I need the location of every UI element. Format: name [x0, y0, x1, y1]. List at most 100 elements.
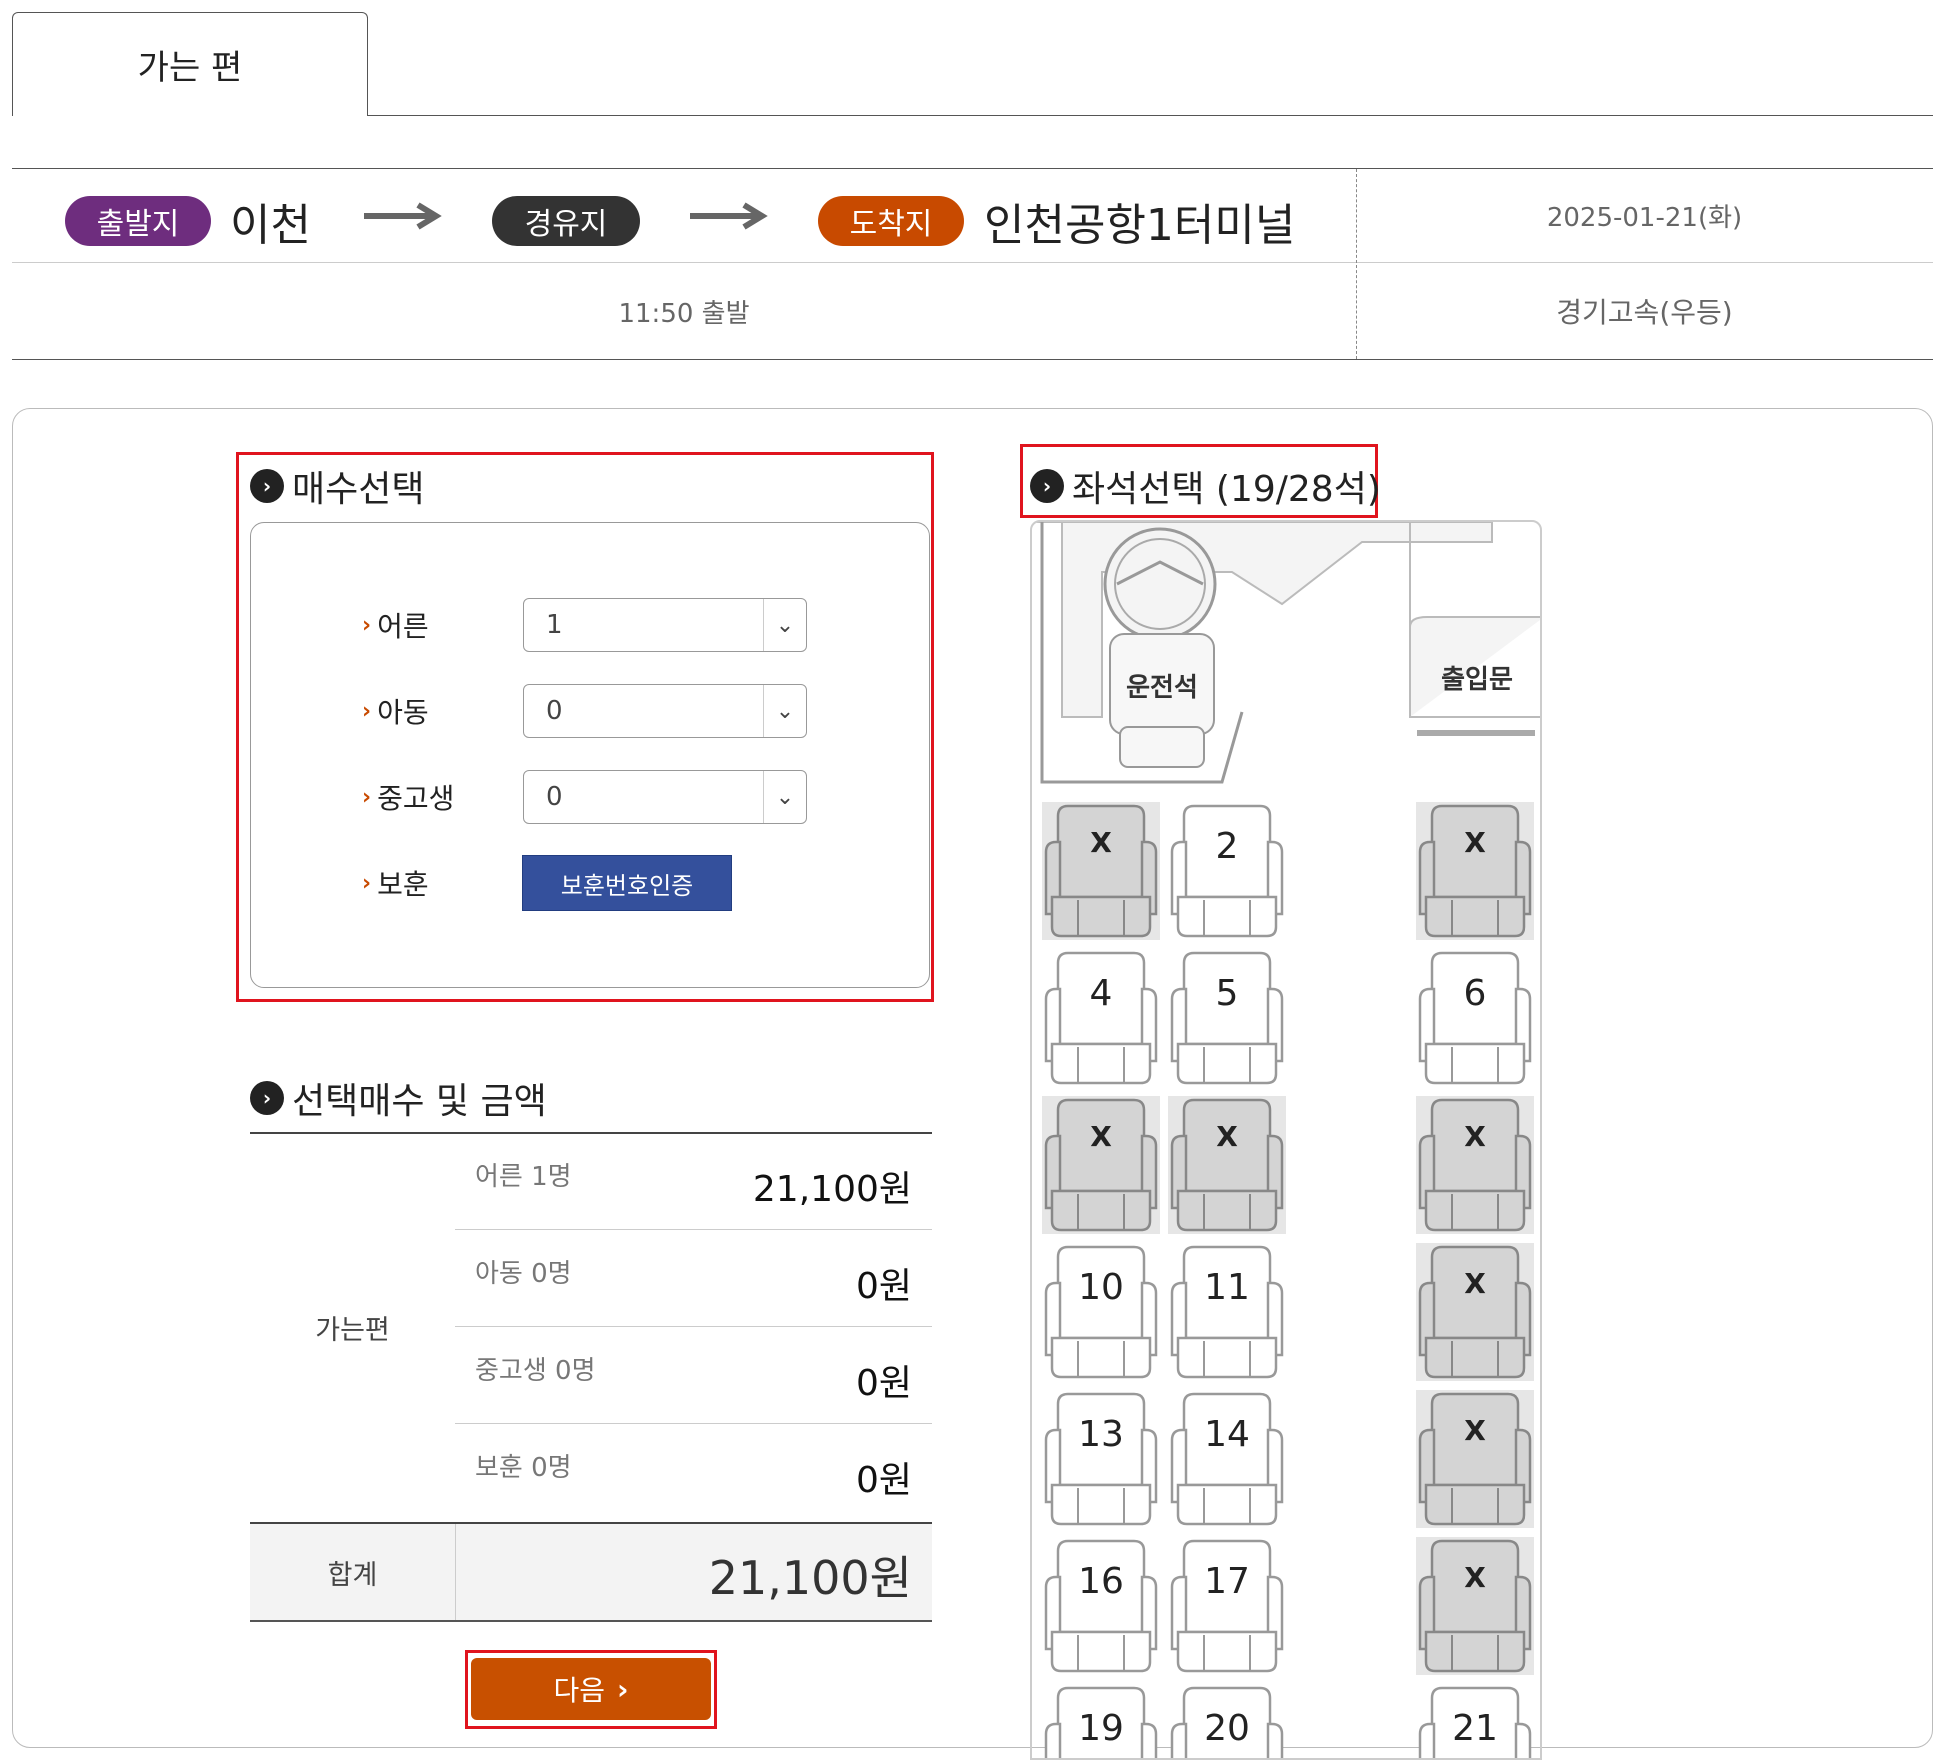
seat-available[interactable]: 16	[1042, 1537, 1160, 1675]
summary-group-label: 가는편	[315, 1314, 390, 1346]
summary-row-amount: 0원	[855, 1266, 912, 1307]
ticket-select-box	[250, 522, 930, 988]
child-count-select[interactable]: 0 ⌄	[523, 684, 807, 738]
seat-number: 11	[1204, 1267, 1250, 1308]
seat-unavailable: X	[1042, 802, 1160, 940]
seat-icon	[1170, 804, 1284, 938]
summary-row-label: 아동 0명	[475, 1259, 572, 1289]
next-button-label: 다음	[553, 1674, 605, 1707]
seat-number: X	[1464, 1120, 1486, 1153]
seat-number: 2	[1215, 826, 1239, 867]
seat-available[interactable]: 21	[1416, 1684, 1534, 1758]
seat-select-title: › 좌석선택 (19/28석)	[1030, 460, 1381, 512]
seat-number: X	[1090, 1120, 1112, 1153]
seat-available[interactable]: 19	[1042, 1684, 1160, 1758]
seat-icon	[1044, 1392, 1158, 1526]
seat-icon	[1170, 1392, 1284, 1526]
student-label: › 중고생	[362, 782, 455, 815]
departure-time: 11:50 출발	[618, 298, 750, 329]
summary-row-label: 보훈 0명	[475, 1453, 572, 1483]
veteran-verify-button[interactable]: 보훈번호인증	[522, 855, 732, 911]
seat-number: X	[1464, 1561, 1486, 1594]
seat-unavailable: X	[1168, 1096, 1286, 1234]
seat-unavailable: X	[1416, 1243, 1534, 1381]
arrow-right-icon	[364, 202, 442, 230]
seat-available[interactable]: 20	[1168, 1684, 1286, 1758]
seat-icon	[1044, 951, 1158, 1085]
seat-number: 4	[1089, 973, 1113, 1014]
seat-unavailable: X	[1416, 1096, 1534, 1234]
seat-available[interactable]: 17	[1168, 1537, 1286, 1675]
chevron-right-icon: ›	[250, 469, 284, 503]
seat-number: X	[1464, 1267, 1486, 1300]
seat-unavailable: X	[1416, 1537, 1534, 1675]
summary-total-row: 합계 21,100원	[250, 1522, 932, 1622]
summary-row-label: 어른 1명	[475, 1162, 572, 1192]
seat-number: 5	[1215, 973, 1239, 1014]
seat-available[interactable]: 13	[1042, 1390, 1160, 1528]
chevron-down-icon: ⌄	[763, 685, 806, 737]
origin-name: 이천	[230, 200, 311, 251]
via-badge: 경유지	[492, 196, 640, 246]
summary-row-veteran: 보훈 0명 0원	[455, 1423, 932, 1520]
seat-available[interactable]: 10	[1042, 1243, 1160, 1381]
seat-icon	[1170, 951, 1284, 1085]
seat-unavailable: X	[1416, 1390, 1534, 1528]
adult-label: › 어른	[362, 610, 429, 643]
summary-row-adult: 어른 1명 21,100원	[455, 1132, 932, 1230]
seat-icon	[1416, 1243, 1534, 1381]
seat-number: 17	[1204, 1561, 1250, 1602]
departure-date: 2025-01-21(화)	[1546, 203, 1743, 233]
seat-icon	[1044, 1539, 1158, 1673]
ticket-select-title-text: 매수선택	[292, 469, 425, 510]
arrow-right-icon	[690, 202, 768, 230]
seat-available[interactable]: 6	[1416, 949, 1534, 1087]
chevron-down-icon: ⌄	[763, 771, 806, 823]
seat-available[interactable]: 11	[1168, 1243, 1286, 1381]
seat-number: X	[1216, 1120, 1238, 1153]
seat-number: X	[1464, 1414, 1486, 1447]
door-label: 출입문	[1441, 665, 1513, 695]
seat-icon	[1418, 951, 1532, 1085]
student-count-select[interactable]: 0 ⌄	[523, 770, 807, 824]
total-amount: 21,100원	[708, 1551, 912, 1605]
summary-row-child: 아동 0명 0원	[455, 1229, 932, 1327]
seat-number: 13	[1078, 1414, 1124, 1455]
seat-available[interactable]: 2	[1168, 802, 1286, 940]
seat-available[interactable]: 14	[1168, 1390, 1286, 1528]
tab-label: 가는 편	[137, 48, 243, 88]
summary-row-student: 중고생 0명 0원	[455, 1326, 932, 1424]
student-count-value: 0	[546, 782, 563, 812]
seat-number: X	[1090, 826, 1112, 859]
veteran-label: › 보훈	[362, 868, 429, 901]
tab-outbound[interactable]: 가는 편	[12, 12, 368, 116]
seat-number: 6	[1463, 973, 1487, 1014]
chevron-right-icon: ›	[250, 1081, 284, 1115]
adult-count-value: 1	[546, 610, 563, 640]
chevron-right-icon: ›	[362, 698, 372, 724]
child-label: › 아동	[362, 696, 429, 729]
driver-seat-label: 운전석	[1126, 673, 1198, 703]
seat-unavailable: X	[1042, 1096, 1160, 1234]
summary-row-amount: 21,100원	[752, 1169, 912, 1210]
seat-available[interactable]: 4	[1042, 949, 1160, 1087]
seat-icon	[1416, 802, 1534, 940]
seat-available[interactable]: 5	[1168, 949, 1286, 1087]
route-info: 출발지 이천 경유지 도착지 인천공항1터미널 2025-01-21(화) 11…	[12, 168, 1933, 360]
ticket-select-title: › 매수선택	[250, 460, 424, 512]
adult-count-select[interactable]: 1 ⌄	[523, 598, 807, 652]
summary-row-amount: 0원	[855, 1363, 912, 1404]
seat-number: 10	[1078, 1267, 1124, 1308]
summary-row-amount: 0원	[855, 1460, 912, 1501]
total-label: 합계	[250, 1524, 456, 1620]
chevron-right-icon: ›	[362, 612, 372, 638]
chevron-down-icon: ⌄	[763, 599, 806, 651]
bus-company: 경기고속(우등)	[1556, 296, 1733, 329]
tab-divider	[368, 115, 1933, 116]
seat-number: 16	[1078, 1561, 1124, 1602]
origin-badge: 출발지	[65, 196, 211, 246]
chevron-right-icon: ›	[362, 870, 372, 896]
chevron-right-icon: ›	[1030, 469, 1064, 503]
chevron-right-icon: ›	[362, 784, 372, 810]
next-button[interactable]: 다음 ›	[471, 1658, 711, 1720]
